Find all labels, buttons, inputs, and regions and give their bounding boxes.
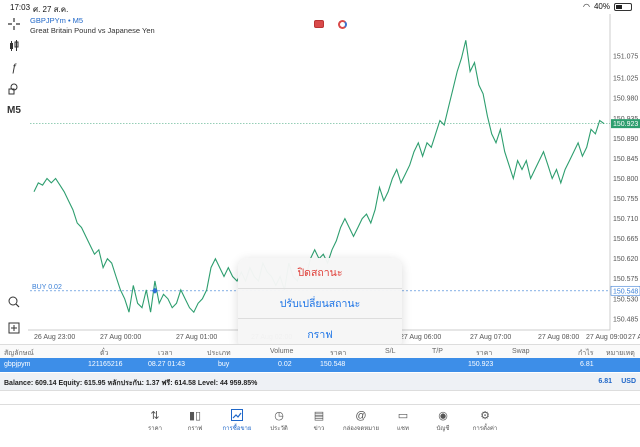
symbol-timeframe: M5 xyxy=(72,16,84,25)
currency: USD xyxy=(621,378,636,385)
chart-header: GBPJPYm • M5 Great Britain Pound vs Japa… xyxy=(30,16,155,36)
balance-text: Balance: 609.14 Equity: 615.95 หลักประกั… xyxy=(4,380,258,387)
nav-chart-label: กราฟ xyxy=(187,426,203,432)
time-axis-label: 27 Aug 08:00 xyxy=(538,334,579,341)
symbol-separator: • xyxy=(67,16,71,25)
row-ticket: 121165216 xyxy=(88,361,123,368)
row-current-price: 150.923 xyxy=(468,361,494,368)
nav-account-label: บัญชี xyxy=(436,426,450,432)
nav-chat[interactable]: ▭ แชท xyxy=(382,409,424,433)
chart-top-icons xyxy=(314,20,347,29)
nav-chat-label: แชท xyxy=(397,426,409,432)
position-row[interactable]: gbpjpym 121165216 08.27 01:43 buy 0.02 1… xyxy=(0,358,640,372)
nav-settings[interactable]: ⚙ การตั้งค่า xyxy=(464,409,506,433)
settings-icon: ⚙ xyxy=(480,410,490,422)
nav-trade-label: การซื้อขาย xyxy=(222,426,252,432)
row-time: 08.27 01:43 xyxy=(148,361,185,368)
positions-table-header: สัญลักษณ์ ตั๋ว เวลา ประเภท Volume ราคา S… xyxy=(0,344,640,358)
balance-row: Balance: 609.14 Equity: 615.95 หลักประกั… xyxy=(0,373,640,391)
position-action-popup: ปิดสถานะ ปรับเปลี่ยนสถานะ กราฟ xyxy=(238,258,402,350)
battery-fill xyxy=(616,4,622,9)
price-axis-label: 151.075 xyxy=(613,53,638,60)
time-axis-label: 27 Aug 07:00 xyxy=(470,334,511,341)
nav-quotes[interactable]: ⇅ ราคา xyxy=(134,409,176,433)
zoom-icon[interactable] xyxy=(6,294,22,310)
left-toolbar: ƒ M5 xyxy=(0,14,28,344)
time-axis-label: 27 Aug 01:00 xyxy=(176,334,217,341)
header-tp: T/P xyxy=(432,348,443,355)
time-axis-label: 27 Aug 10:00 xyxy=(628,334,640,341)
nav-settings-label: การตั้งค่า xyxy=(472,426,498,432)
price-axis-label: 150.665 xyxy=(613,236,638,243)
price-axis-label: 150.980 xyxy=(613,96,638,103)
history-icon: ◷ xyxy=(274,410,284,422)
battery-percent: 40% xyxy=(593,2,610,11)
wifi-icon: ◠ xyxy=(583,2,590,11)
modify-position-button[interactable]: ปรับเปลี่ยนสถานะ xyxy=(238,289,402,320)
row-type: buy xyxy=(218,361,230,368)
trade-icon xyxy=(216,409,258,423)
time-axis-label: 27 Aug 06:00 xyxy=(400,334,441,341)
price-axis-label: 150.800 xyxy=(613,176,638,183)
header-volume: Volume xyxy=(270,348,294,355)
price-axis-label: 150.620 xyxy=(613,256,638,263)
nav-quotes-label: ราคา xyxy=(148,426,162,432)
nav-trade[interactable]: การซื้อขาย xyxy=(216,409,258,433)
nav-chart[interactable]: ▮▯ กราฟ xyxy=(174,409,216,433)
price-axis-label: 151.025 xyxy=(613,76,638,83)
nav-news-label: ข่าว xyxy=(313,426,325,432)
current-price-tag: 150.923 xyxy=(613,121,638,128)
candles-icon: ▮▯ xyxy=(188,410,202,422)
news-icon: ▤ xyxy=(313,410,325,422)
row-profit: 6.81 xyxy=(580,361,594,368)
price-axis-label: 150.575 xyxy=(613,276,638,283)
status-bar: 17:03 ศ. 27 ส.ค. ◠ 40% xyxy=(0,0,640,14)
account-icon: ◉ xyxy=(438,410,448,422)
status-right: ◠ 40% xyxy=(583,2,632,11)
battery-icon xyxy=(614,2,632,11)
close-position-button[interactable]: ปิดสถานะ xyxy=(238,258,402,289)
one-click-trading-icon[interactable] xyxy=(314,20,324,28)
buy-line-label: BUY 0.02 xyxy=(32,284,62,291)
nav-history[interactable]: ◷ ประวัติ xyxy=(258,409,300,433)
indicator-f-icon[interactable]: ƒ xyxy=(6,60,22,76)
arrows-icon: ⇅ xyxy=(150,410,160,422)
total-profit: 6.81 xyxy=(598,378,612,385)
nav-account[interactable]: ◉ บัญชี xyxy=(422,409,464,433)
symbol-code: GBPJPYm xyxy=(30,16,66,25)
row-open-price: 150.548 xyxy=(320,361,346,368)
price-axis-label: 150.530 xyxy=(613,296,638,303)
candles-icon[interactable] xyxy=(6,38,22,54)
time-axis-label: 26 Aug 23:00 xyxy=(34,334,75,341)
buy-price-tag: 150.548 xyxy=(613,288,638,295)
timeframe-button[interactable]: M5 xyxy=(6,102,22,118)
nav-history-label: ประวัติ xyxy=(270,426,288,432)
bottom-nav: ⇅ ราคา ▮▯ กราฟ การซื้อขาย ◷ ประวัติ ▤ ข่าว @… xyxy=(0,404,640,447)
mail-icon: @ xyxy=(355,410,367,422)
nav-mailbox[interactable]: @ กล่องจดหมาย xyxy=(340,409,382,433)
row-volume: 0.02 xyxy=(278,361,292,368)
time-axis-label: 27 Aug 09:00 xyxy=(586,334,627,341)
price-axis-label: 150.755 xyxy=(613,196,638,203)
price-axis-label: 150.845 xyxy=(613,156,638,163)
status-time: 17:03 xyxy=(10,3,31,12)
sync-icon[interactable] xyxy=(338,20,347,29)
header-sl: S/L xyxy=(385,348,396,355)
price-axis-label: 150.710 xyxy=(613,216,638,223)
chat-icon: ▭ xyxy=(397,410,409,422)
time-axis-label: 27 Aug 00:00 xyxy=(100,334,141,341)
price-axis-label: 150.485 xyxy=(613,316,638,323)
header-swap: Swap xyxy=(512,348,530,355)
shapes-icon[interactable] xyxy=(6,81,22,97)
nav-news[interactable]: ▤ ข่าว xyxy=(298,409,340,433)
row-symbol: gbpjpym xyxy=(4,361,31,368)
add-icon[interactable] xyxy=(6,320,22,336)
nav-mailbox-label: กล่องจดหมาย xyxy=(342,426,380,432)
symbol-description: Great Britain Pound vs Japanese Yen xyxy=(30,26,155,35)
crosshair-icon[interactable] xyxy=(6,16,22,32)
price-axis-label: 150.890 xyxy=(613,136,638,143)
